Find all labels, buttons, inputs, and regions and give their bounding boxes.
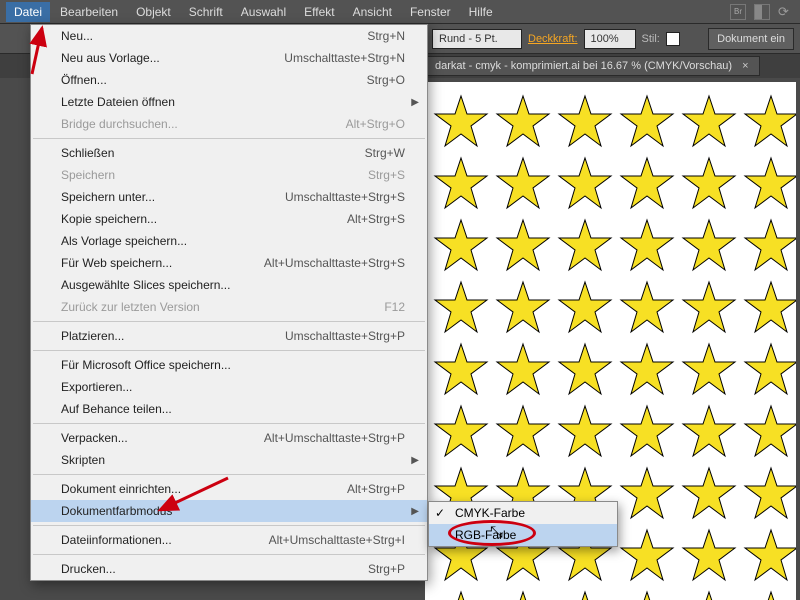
menu-item[interactable]: Ausgewählte Slices speichern... [31, 274, 427, 296]
star-shape [619, 590, 675, 600]
document-setup-button[interactable]: Dokument ein [708, 28, 794, 50]
star-shape [433, 218, 489, 274]
menu-item[interactable]: Platzieren...Umschalttaste+Strg+P [31, 325, 427, 347]
menu-fenster[interactable]: Fenster [402, 2, 459, 22]
star-shape [619, 218, 675, 274]
opacity-label: Deckkraft: [528, 33, 578, 45]
menu-effekt[interactable]: Effekt [296, 2, 342, 22]
star-shape [619, 94, 675, 150]
star-shape [557, 404, 613, 460]
menu-item[interactable]: SchließenStrg+W [31, 142, 427, 164]
menu-item: Bridge durchsuchen...Alt+Strg+O [31, 113, 427, 135]
menu-datei[interactable]: Datei [6, 2, 50, 22]
menu-item[interactable]: Für Web speichern...Alt+Umschalttaste+St… [31, 252, 427, 274]
star-shape [619, 528, 675, 584]
star-shape [557, 156, 613, 212]
star-shape [619, 280, 675, 336]
bridge-icon[interactable]: Br [730, 4, 746, 20]
star-shape [681, 528, 737, 584]
star-shape [681, 466, 737, 522]
star-shape [495, 342, 551, 398]
menu-item[interactable]: Skripten▶ [31, 449, 427, 471]
sync-icon[interactable]: ⟳ [778, 4, 794, 20]
menu-bearbeiten[interactable]: Bearbeiten [52, 2, 126, 22]
menu-item[interactable]: Speichern unter...Umschalttaste+Strg+S [31, 186, 427, 208]
menu-item[interactable]: Drucken...Strg+P [31, 558, 427, 580]
menu-item: SpeichernStrg+S [31, 164, 427, 186]
menu-objekt[interactable]: Objekt [128, 2, 179, 22]
star-shape [743, 218, 796, 274]
star-shape [681, 218, 737, 274]
star-shape [433, 404, 489, 460]
menu-ansicht[interactable]: Ansicht [345, 2, 400, 22]
star-shape [495, 218, 551, 274]
menu-item[interactable]: Neu...Strg+N [31, 25, 427, 47]
submenu-item[interactable]: RGB-Farbe [429, 524, 617, 546]
menu-item[interactable]: Öffnen...Strg+O [31, 69, 427, 91]
style-swatch[interactable] [666, 32, 680, 46]
star-shape [743, 528, 796, 584]
style-label: Stil: [642, 33, 660, 45]
star-shape [495, 94, 551, 150]
menu-item[interactable]: Dokumentfarbmodus▶ [31, 500, 427, 522]
star-shape [495, 590, 551, 600]
star-shape [557, 280, 613, 336]
arrange-icon[interactable] [754, 4, 770, 20]
menu-item[interactable]: Dokument einrichten...Alt+Strg+P [31, 478, 427, 500]
star-shape [743, 590, 796, 600]
menu-item[interactable]: Neu aus Vorlage...Umschalttaste+Strg+N [31, 47, 427, 69]
star-shape [681, 342, 737, 398]
star-shape [557, 218, 613, 274]
menu-item[interactable]: Kopie speichern...Alt+Strg+S [31, 208, 427, 230]
star-shape [681, 590, 737, 600]
menu-hilfe[interactable]: Hilfe [461, 2, 501, 22]
menu-item[interactable]: Verpacken...Alt+Umschalttaste+Strg+P [31, 427, 427, 449]
menu-item[interactable]: Dateiinformationen...Alt+Umschalttaste+S… [31, 529, 427, 551]
star-shape [619, 342, 675, 398]
star-shape [495, 404, 551, 460]
document-tab-title: darkat - cmyk - komprimiert.ai bei 16.67… [435, 60, 732, 72]
file-menu-dropdown: Neu...Strg+NNeu aus Vorlage...Umschaltta… [30, 24, 428, 581]
star-shape [619, 466, 675, 522]
star-shape [681, 156, 737, 212]
star-shape [743, 156, 796, 212]
menu-schrift[interactable]: Schrift [181, 2, 231, 22]
menu-item[interactable]: Für Microsoft Office speichern... [31, 354, 427, 376]
star-shape [433, 342, 489, 398]
opacity-field[interactable]: 100% [584, 29, 636, 49]
star-shape [743, 280, 796, 336]
menu-item[interactable]: Letzte Dateien öffnen▶ [31, 91, 427, 113]
star-shape [495, 156, 551, 212]
star-shape [495, 280, 551, 336]
star-shape [619, 156, 675, 212]
star-shape [743, 466, 796, 522]
star-shape [433, 280, 489, 336]
stroke-profile-field[interactable]: Rund - 5 Pt. [432, 29, 522, 49]
star-shape [743, 404, 796, 460]
submenu-item[interactable]: ✓CMYK-Farbe [429, 502, 617, 524]
star-shape [557, 94, 613, 150]
star-shape [619, 404, 675, 460]
menu-item: Zurück zur letzten VersionF12 [31, 296, 427, 318]
star-shape [433, 156, 489, 212]
star-shape [743, 94, 796, 150]
star-shape [681, 404, 737, 460]
star-shape [433, 94, 489, 150]
star-shape [681, 280, 737, 336]
document-tab[interactable]: darkat - cmyk - komprimiert.ai bei 16.67… [424, 56, 760, 76]
close-icon[interactable]: × [742, 60, 748, 72]
star-shape [681, 94, 737, 150]
menu-item[interactable]: Exportieren... [31, 376, 427, 398]
star-shape [433, 590, 489, 600]
star-shape [557, 590, 613, 600]
star-shape [557, 342, 613, 398]
menu-auswahl[interactable]: Auswahl [233, 2, 294, 22]
color-mode-submenu: ✓CMYK-FarbeRGB-Farbe [428, 501, 618, 547]
menu-item[interactable]: Auf Behance teilen... [31, 398, 427, 420]
star-shape [743, 342, 796, 398]
menubar: Datei Bearbeiten Objekt Schrift Auswahl … [0, 0, 800, 24]
menu-item[interactable]: Als Vorlage speichern... [31, 230, 427, 252]
